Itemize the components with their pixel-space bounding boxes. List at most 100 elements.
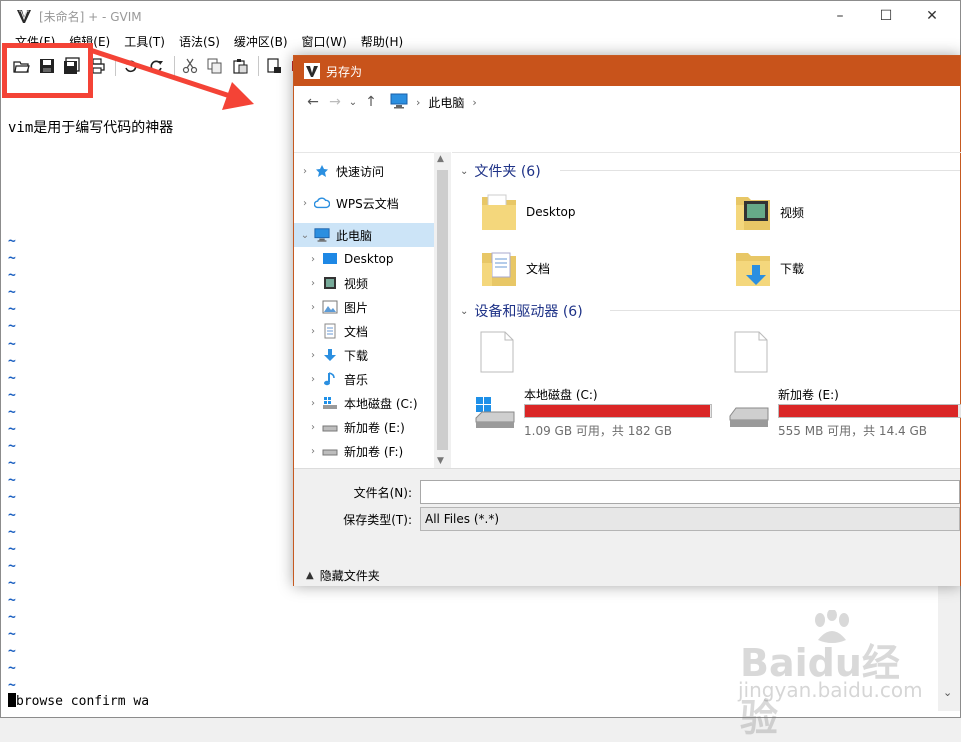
filetype-select[interactable]: All Files (*.*) <box>420 507 960 531</box>
folder-documents[interactable]: 文档 <box>480 247 550 289</box>
cloud-icon <box>314 195 330 211</box>
filename-label: 文件名(N): <box>353 485 412 500</box>
highlight-box <box>2 43 93 98</box>
tree-item-label: 本地磁盘 (C:) <box>344 396 418 411</box>
drive-info: 1.09 GB 可用，共 182 GB <box>524 424 672 438</box>
folder-videos[interactable]: 视频 <box>734 191 804 233</box>
folder-desktop[interactable]: Desktop <box>480 191 576 233</box>
tree-item[interactable]: › WPS云文档 <box>294 191 434 215</box>
tree-item-label: 视频 <box>344 276 369 291</box>
chevron-right-icon[interactable]: › <box>304 446 322 457</box>
address-bar[interactable]: › 此电脑 › <box>390 93 485 112</box>
filename-input[interactable] <box>420 480 960 504</box>
storage-bar-fill <box>779 405 958 417</box>
chevron-down-icon: ⌄ <box>460 165 469 177</box>
chevron-right-icon[interactable]: › <box>304 422 322 433</box>
menu-window[interactable]: 窗口(W) <box>302 33 347 50</box>
chevron-right-icon[interactable]: › <box>304 278 322 289</box>
gvim-title-bar[interactable]: [未命名] + - GVIM – ☐ ✕ <box>1 1 960 31</box>
toolbar-separator <box>115 56 116 76</box>
paste-icon[interactable] <box>229 55 251 77</box>
scroll-thumb[interactable] <box>437 170 448 450</box>
copy-icon[interactable] <box>204 55 226 77</box>
tree-item[interactable]: › 图片 <box>294 295 434 319</box>
folders-group-header[interactable]: ⌄ 文件夹 (6) <box>460 161 960 181</box>
tree-item[interactable]: › 新加卷 (F:) <box>294 439 434 463</box>
up-arrow-icon[interactable]: ↑ <box>360 91 382 113</box>
close-button[interactable]: ✕ <box>909 1 955 31</box>
tree-item-label: 此电脑 <box>336 228 373 243</box>
documents-folder-icon <box>482 252 516 286</box>
scroll-up-icon[interactable]: ▲ <box>437 154 444 164</box>
tree-item[interactable]: › 视频 <box>294 271 434 295</box>
drive-c[interactable]: 本地磁盘 (C:) 1.09 GB 可用，共 182 GB <box>474 386 724 446</box>
undo-icon[interactable] <box>120 55 142 77</box>
tree-item[interactable]: › Desktop <box>294 247 434 271</box>
menu-buffers[interactable]: 缓冲区(B) <box>234 33 288 50</box>
hide-folders-button[interactable]: ▲ 隐藏文件夹 <box>306 567 380 584</box>
tree-item-label: 新加卷 (F:) <box>344 444 404 459</box>
forward-arrow-icon[interactable]: → <box>324 91 346 113</box>
empty-line-markers: ~ ~ ~ ~ ~ ~ ~ ~ ~ ~ ~ ~ ~ ~ ~ ~ ~ ~ ~ ~ … <box>8 234 16 694</box>
scroll-down-icon[interactable]: ▼ <box>437 456 444 466</box>
recent-chevron-icon[interactable]: ⌄ <box>346 91 360 113</box>
baidu-watermark: Baidu经验 jingyan.baidu.com <box>730 610 930 740</box>
tree-item-label: 新加卷 (E:) <box>344 420 405 435</box>
downloads-folder-icon <box>736 253 770 286</box>
divider <box>560 170 960 171</box>
menu-syntax[interactable]: 语法(S) <box>179 33 220 50</box>
tree-item-label: WPS云文档 <box>336 196 399 211</box>
storage-bar <box>778 404 961 418</box>
dialog-title-bar[interactable]: 另存为 <box>294 56 960 86</box>
tree-item[interactable]: › 音乐 <box>294 367 434 391</box>
tree-item[interactable]: › 下载 <box>294 343 434 367</box>
chevron-right-icon[interactable]: › <box>304 398 322 409</box>
star-icon <box>314 163 330 179</box>
cut-icon[interactable] <box>179 55 201 77</box>
divider <box>610 310 960 311</box>
chevron-right-icon[interactable]: › <box>304 350 322 361</box>
breadcrumb-this-pc[interactable]: 此电脑 <box>428 94 464 111</box>
back-arrow-icon[interactable]: ← <box>302 91 324 113</box>
dialog-footer: 文件名(N): 保存类型(T): All Files (*.*) ▲ 隐藏文件夹 <box>294 468 960 586</box>
redo-icon[interactable] <box>145 55 167 77</box>
chevron-right-icon[interactable]: › <box>304 302 322 313</box>
drive-e[interactable]: 新加卷 (E:) 555 MB 可用，共 14.4 GB <box>728 386 961 446</box>
tree-item[interactable]: › 快速访问 <box>294 159 434 183</box>
chevron-right-icon[interactable]: › <box>304 254 322 265</box>
command-text: browse confirm wa <box>16 694 150 709</box>
computer-icon <box>314 227 330 243</box>
chevron-right-icon[interactable]: › <box>304 374 322 385</box>
chevron-down-icon[interactable]: ⌄ <box>296 230 314 241</box>
drive-icon <box>322 443 338 459</box>
scroll-down-icon[interactable]: ⌄ <box>943 686 952 699</box>
chevron-right-icon[interactable]: › <box>296 198 314 209</box>
drive-info: 555 MB 可用，共 14.4 GB <box>778 424 927 438</box>
cursor <box>8 693 16 707</box>
minimize-button[interactable]: – <box>817 1 863 31</box>
drive-name: 新加卷 (E:) <box>778 388 839 402</box>
blank-file-icon <box>734 331 768 373</box>
tree-item[interactable]: › 本地磁盘 (C:) <box>294 391 434 415</box>
vim-logo-icon <box>15 7 33 25</box>
tree-item-label: 音乐 <box>344 372 369 387</box>
command-line[interactable]: browse confirm wa <box>8 693 149 709</box>
tree-item[interactable]: › 新加卷 (E:) <box>294 415 434 439</box>
toolbar-row <box>294 118 960 152</box>
folder-downloads[interactable]: 下载 <box>734 247 804 289</box>
chevron-right-icon[interactable]: › <box>296 166 314 177</box>
menu-tools[interactable]: 工具(T) <box>124 33 165 50</box>
tree-item-label: 文档 <box>344 324 369 339</box>
tree-scrollbar[interactable]: ▲ ▼ <box>434 152 451 468</box>
menu-help[interactable]: 帮助(H) <box>361 33 403 50</box>
file-content-pane: ⌄ 文件夹 (6) Desktop 视频 文档 下载 ⌄ 设备和驱动器 (6) <box>452 152 961 468</box>
chevron-right-icon[interactable]: › <box>304 326 322 337</box>
devices-group-header[interactable]: ⌄ 设备和驱动器 (6) <box>460 301 960 321</box>
tree-item[interactable]: ⌄ 此电脑 <box>294 223 434 247</box>
load-session-icon[interactable] <box>263 55 285 77</box>
video-icon <box>322 275 338 291</box>
maximize-button[interactable]: ☐ <box>863 1 909 31</box>
windows-drive-icon <box>322 395 338 411</box>
tree-item[interactable]: › 文档 <box>294 319 434 343</box>
windows-drive-icon <box>475 397 515 428</box>
